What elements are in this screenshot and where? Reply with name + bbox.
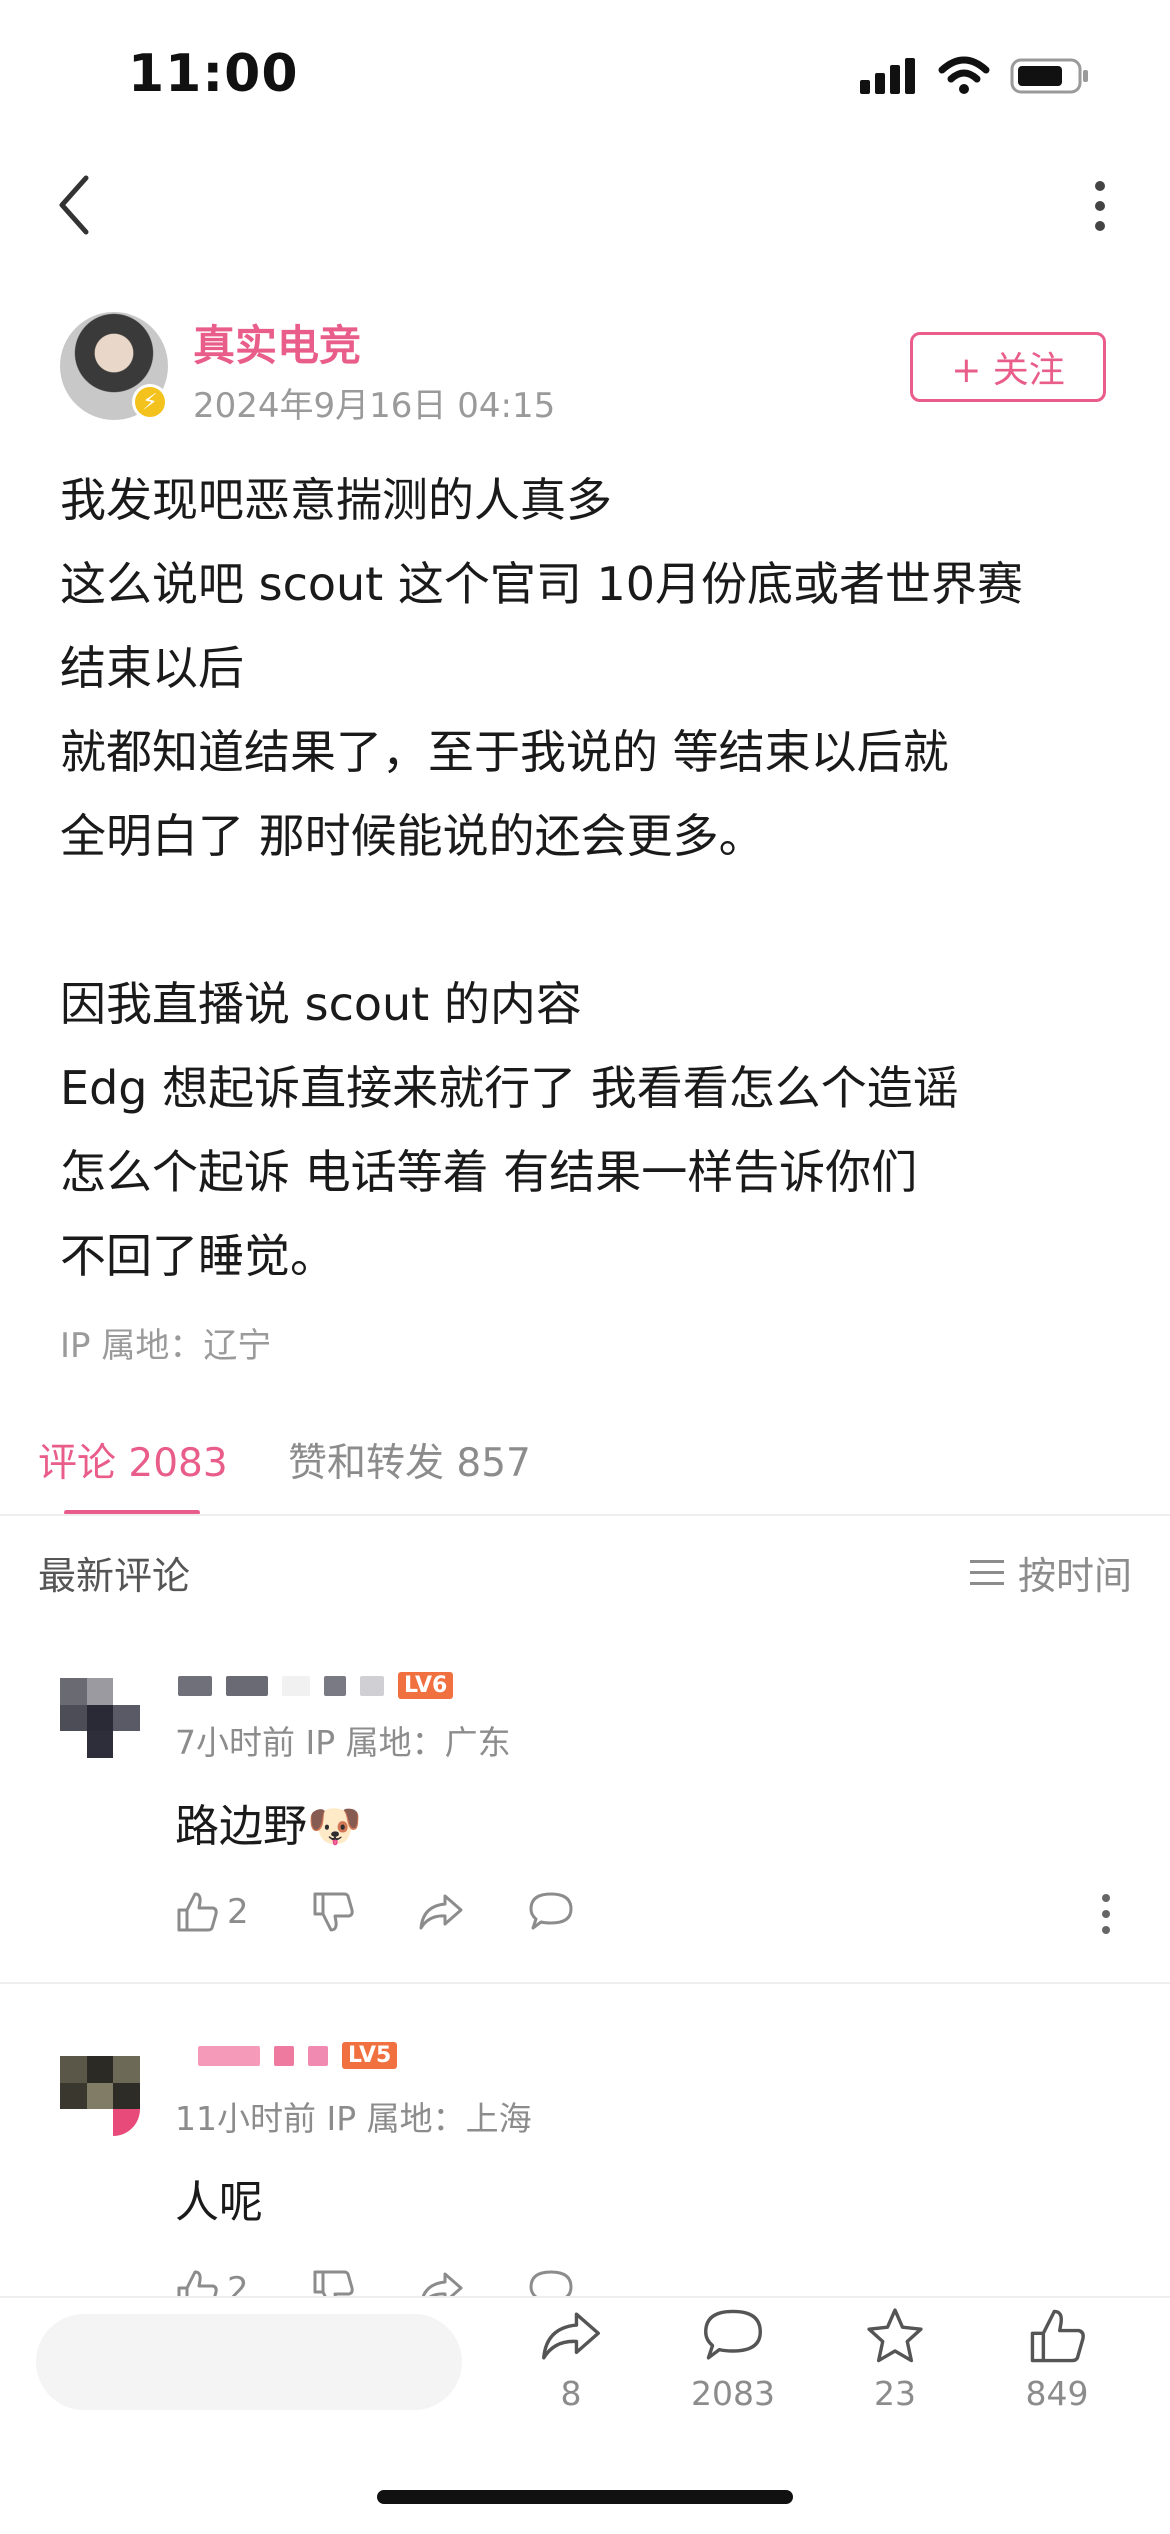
verified-badge-icon: ⚡ <box>132 384 168 420</box>
comment-bubble-icon <box>704 2309 762 2360</box>
sort-by-time-label: 按时间 <box>1017 1554 1132 1598</box>
like-button[interactable]: 849 <box>992 2306 1122 2413</box>
post-line <box>60 878 1120 962</box>
divider <box>0 1982 1170 1984</box>
thumbs-up-icon <box>1030 2309 1085 2363</box>
comment-more-icon[interactable] <box>1090 1892 1122 1936</box>
comment-username-blurred[interactable]: LV5 <box>198 2042 398 2069</box>
status-icons <box>858 56 1090 96</box>
comment-like-count: 2 <box>227 1892 249 1932</box>
post-line: 因我直播说 scout 的内容 <box>60 977 582 1031</box>
comment-meta: 7小时前 IP 属地：广东 <box>175 1723 511 1762</box>
tab-comments[interactable]: 评论 2083 <box>38 1432 228 1488</box>
battery-icon <box>1010 58 1088 94</box>
share-icon <box>542 2312 600 2360</box>
comment-text: 人呢 <box>175 2177 263 2228</box>
comment-bubble-icon <box>529 1892 573 1930</box>
list-icon <box>969 1559 1004 1585</box>
comment-like-button[interactable]: 2 <box>175 1890 249 1934</box>
comment-count: 2083 <box>691 2374 775 2413</box>
post-line: 结束以后 <box>60 641 244 695</box>
thumbs-down-icon <box>313 1892 354 1932</box>
comment-actions: 2 <box>175 1890 637 1934</box>
thumbs-up-icon <box>177 1892 218 1932</box>
post-line: Edg 想起诉直接来就行了 我看看怎么个造谣 <box>60 1061 959 1115</box>
sort-section-title: 最新评论 <box>38 1554 191 1598</box>
post-line: 就都知道结果了，至于我说的 等结束以后就 <box>60 725 949 779</box>
tab-likes-shares[interactable]: 赞和转发 857 <box>288 1432 531 1488</box>
divider <box>0 1514 1170 1516</box>
comment-username-blurred[interactable]: LV6 <box>178 1672 454 1699</box>
share-button[interactable]: 8 <box>506 2306 636 2413</box>
post-line: 怎么个起诉 电话等着 有结果一样告诉你们 <box>60 1145 918 1199</box>
post-line: 不回了睡觉。 <box>60 1229 336 1283</box>
post-line: 我发现吧恶意揣测的人真多 <box>60 473 612 527</box>
favorite-count: 23 <box>874 2374 916 2413</box>
comment-avatar[interactable] <box>60 1678 140 1758</box>
comment-meta: 11小时前 IP 属地：上海 <box>175 2099 532 2138</box>
sort-by-time-button[interactable]: 按时间 <box>969 1545 1132 1600</box>
comment-text: 路边野🐶 <box>175 1801 362 1852</box>
status-time: 11:00 <box>128 44 299 104</box>
more-vertical-icon[interactable] <box>1080 176 1120 236</box>
comment-share-button[interactable] <box>417 1890 465 1934</box>
post-line: 全明白了 那时候能说的还会更多。 <box>60 809 765 863</box>
signal-icon <box>860 58 915 94</box>
post-body: 我发现吧恶意揣测的人真多 这么说吧 scout 这个官司 10月份底或者世界赛 … <box>60 458 1120 1298</box>
level-badge: LV5 <box>342 2042 398 2069</box>
comment-button[interactable]: 2083 <box>668 2306 798 2413</box>
wifi-icon <box>938 56 990 94</box>
favorite-button[interactable]: 23 <box>830 2306 960 2413</box>
share-count: 8 <box>560 2374 582 2413</box>
comment-reply-button[interactable] <box>527 1890 575 1934</box>
comment-dislike-button[interactable] <box>311 1890 355 1934</box>
back-icon[interactable] <box>50 170 110 240</box>
post-line: 这么说吧 scout 这个官司 10月份底或者世界赛 <box>60 557 1023 611</box>
post-ip-location: IP 属地：辽宁 <box>60 1326 272 1366</box>
author-name[interactable]: 真实电竞 <box>193 312 361 373</box>
level-badge: LV6 <box>398 1672 454 1699</box>
home-indicator <box>377 2490 793 2504</box>
post-time: 2024年9月16日 04:15 <box>193 386 556 426</box>
star-icon <box>867 2308 923 2363</box>
share-icon <box>419 1894 463 1930</box>
comment-avatar[interactable] <box>60 2056 140 2136</box>
follow-button[interactable]: + 关注 <box>910 332 1106 402</box>
like-count: 849 <box>1025 2374 1089 2413</box>
comment-input[interactable] <box>36 2314 462 2410</box>
